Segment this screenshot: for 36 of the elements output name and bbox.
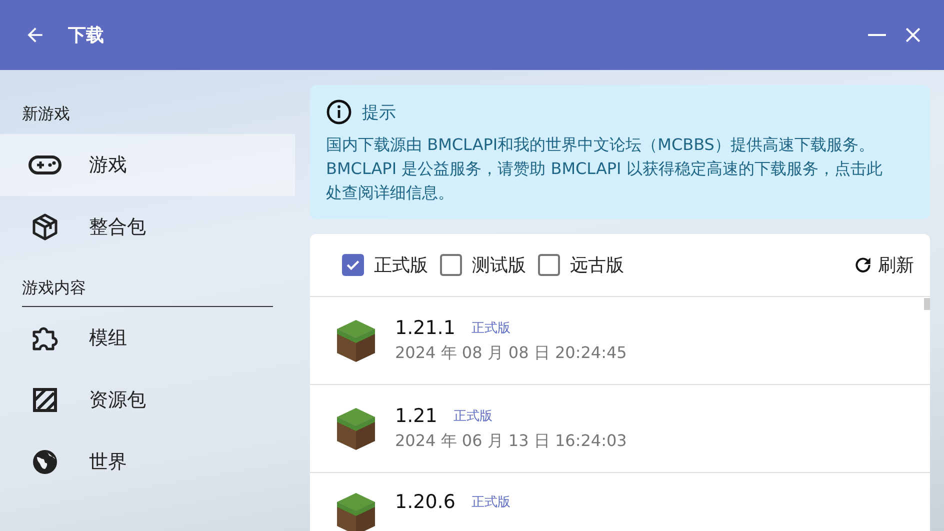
grass-block-icon (335, 406, 377, 452)
sidebar-item[interactable]: 世界 (0, 431, 295, 493)
release-tag: 正式版 (453, 407, 492, 425)
version-name: 1.20.6 (395, 491, 456, 513)
section-heading: 新游戏 (22, 104, 71, 125)
version-row[interactable]: 1.21 正式版 2024 年 06 月 13 日 16:24:03 (310, 385, 930, 473)
sidebar-item[interactable]: 资源包 (0, 369, 295, 431)
section-heading: 游戏内容 (22, 278, 273, 307)
filter-label[interactable]: 测试版 (472, 253, 526, 277)
grass-block-icon (335, 318, 377, 364)
filter-label[interactable]: 远古版 (570, 253, 624, 277)
sidebar-item[interactable]: 模组 (0, 307, 295, 369)
window-title: 下载 (68, 24, 104, 47)
checkbox[interactable] (538, 254, 560, 276)
version-row[interactable]: 1.21.1 正式版 2024 年 08 月 08 日 20:24:45 (310, 297, 930, 385)
release-date: 2024 年 08 月 08 日 20:24:45 (395, 343, 627, 364)
minimize-icon (868, 34, 886, 36)
release-tag: 正式版 (471, 493, 510, 511)
refresh-button[interactable]: 刷新 (848, 249, 918, 281)
grass-block-icon (335, 491, 377, 531)
notice-card[interactable]: 提示 国内下载源由 BMCLAPI和我的世界中文论坛（MCBBS）提供高速下载服务。BMCLAPI 是公益服务，请赞助 BMCLAPI 以获得稳定高速的下载服务，点击此处查阅详细信息。 (310, 85, 930, 219)
checkbox[interactable] (440, 254, 462, 276)
sidebar-item[interactable]: 整合包 (0, 196, 295, 258)
notice-title: 提示 (362, 102, 396, 124)
filter-label[interactable]: 正式版 (374, 253, 428, 277)
gamepad-icon (28, 155, 62, 175)
version-name: 1.21.1 (395, 317, 456, 339)
release-date: 2024 年 06 月 13 日 16:24:03 (395, 431, 627, 452)
sidebar-item[interactable]: 游戏 (0, 134, 295, 196)
version-name: 1.21 (395, 405, 438, 427)
version-row[interactable]: 1.20.6 正式版 (310, 473, 930, 531)
notice-text: 国内下载源由 BMCLAPI和我的世界中文论坛（MCBBS）提供高速下载服务。BMCLAPI 是公益服务，请赞助 BMCLAPI 以获得稳定高速的下载服务，点击此处查阅详细信息。 (326, 134, 884, 204)
scrollbar-thumb[interactable] (924, 298, 930, 310)
checkbox[interactable] (342, 254, 364, 276)
info-icon (326, 99, 352, 125)
release-tag: 正式版 (471, 319, 510, 337)
